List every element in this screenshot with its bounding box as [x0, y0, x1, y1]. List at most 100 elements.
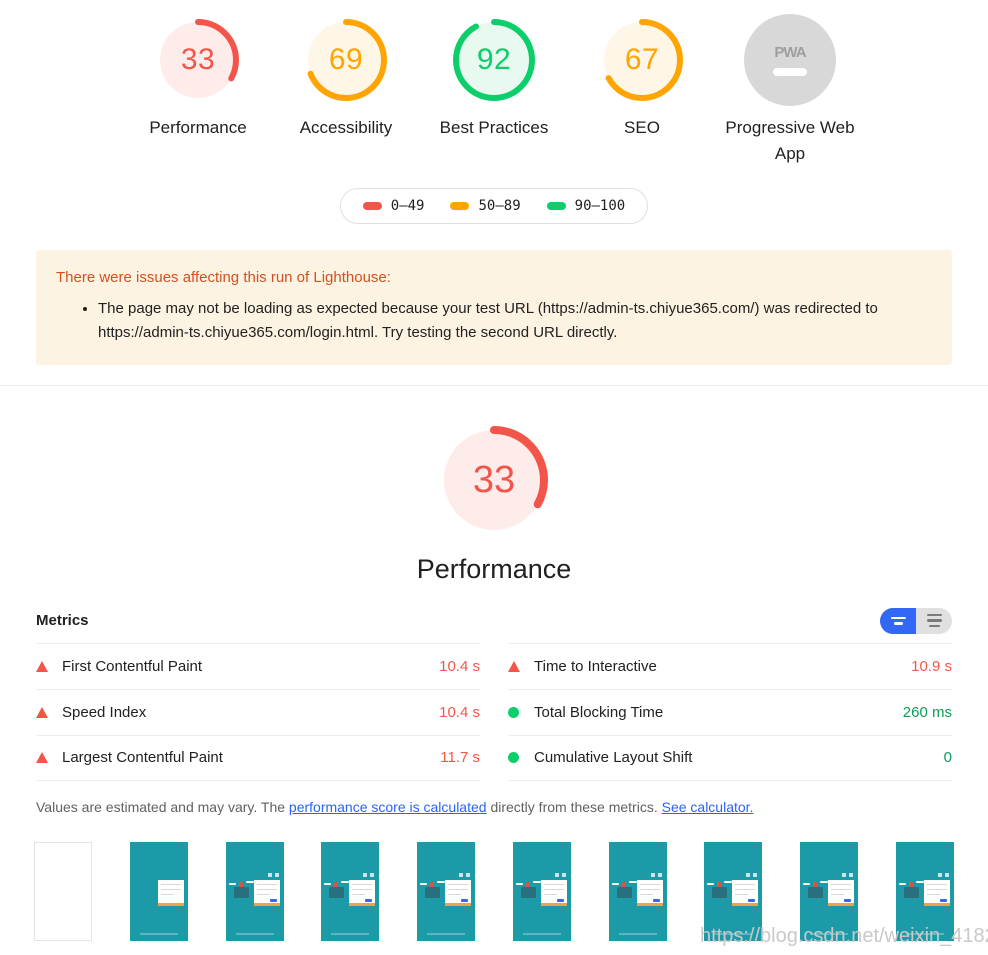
- screenshot-filmstrip: [0, 818, 988, 941]
- metric-row[interactable]: Speed Index 10.4 s: [36, 688, 480, 735]
- thumb-login-card: [636, 879, 663, 906]
- metrics-view-toggle[interactable]: [880, 607, 952, 634]
- pwa-badge: PWA: [744, 14, 836, 106]
- thumb-login-card: [732, 879, 759, 906]
- gauge-ring-seo: 67: [596, 14, 688, 106]
- thumb-login-card: [540, 879, 567, 906]
- gauge-label-accessibility: Accessibility: [299, 118, 393, 137]
- thumb-footer-bar: [522, 932, 561, 935]
- filmstrip-thumbnail[interactable]: [417, 841, 476, 941]
- footnote-text-mid: directly from these metrics.: [486, 798, 662, 815]
- metric-value: 10.4 s: [439, 703, 480, 721]
- big-gauge-ring: 33: [436, 422, 552, 538]
- filmstrip-thumbnail[interactable]: [321, 841, 380, 941]
- thumb-submit-button: [269, 898, 277, 902]
- score-legend: 0–49 50–89 90–100: [339, 188, 649, 224]
- thumb-header-tags: [459, 872, 471, 877]
- legend-label-average: 50–89: [478, 198, 521, 214]
- toggle-bar-icon: [926, 613, 942, 617]
- metrics-title: Metrics: [36, 612, 89, 629]
- gauge-performance[interactable]: 33 Performance: [124, 14, 272, 141]
- score-legend-wrapper: 0–49 50–89 90–100: [0, 188, 988, 224]
- legend-item-pass: 90–100: [546, 198, 626, 214]
- legend-chip-pass-icon: [546, 202, 566, 210]
- gauge-label-best-practices: Best Practices: [439, 118, 549, 137]
- gauge-value-best-practices: 92: [476, 43, 512, 76]
- metric-value: 0: [943, 749, 952, 766]
- gauge-best-practices[interactable]: 92 Best Practices: [420, 14, 568, 141]
- gauge-value-accessibility: 69: [328, 43, 364, 76]
- gauge-pwa[interactable]: PWA Progressive Web App: [716, 14, 864, 166]
- thumb-hero-illustration: [898, 879, 924, 903]
- big-gauge-label: Performance: [416, 553, 572, 584]
- thumb-hero-illustration: [611, 879, 637, 903]
- metric-row[interactable]: Time to Interactive 10.9 s: [508, 642, 952, 689]
- metric-value: 11.7 s: [440, 749, 480, 766]
- gauge-label-seo: SEO: [624, 118, 660, 137]
- gauge-value-performance: 33: [180, 43, 216, 76]
- filmstrip-thumbnail[interactable]: [608, 841, 667, 941]
- metrics-footnote: Values are estimated and may vary. The p…: [0, 781, 988, 818]
- thumb-header-tags: [650, 872, 662, 877]
- thumb-login-card: [157, 879, 184, 906]
- metric-name: Total Blocking Time: [534, 703, 664, 721]
- legend-label-fail: 0–49: [390, 198, 425, 214]
- toggle-bar-icon: [890, 616, 906, 619]
- metric-row[interactable]: Largest Contentful Paint 11.7 s: [36, 734, 480, 781]
- filmstrip-thumbnail[interactable]: [704, 841, 763, 941]
- filmstrip-thumbnail[interactable]: [800, 841, 859, 941]
- gauge-label-pwa: Progressive Web App: [725, 118, 855, 163]
- thumb-hero-illustration: [420, 879, 446, 903]
- warning-title: There were issues affecting this run of …: [56, 269, 391, 286]
- filmstrip-thumbnail[interactable]: [225, 841, 284, 941]
- metric-value: 10.9 s: [911, 657, 952, 675]
- see-calculator-link[interactable]: See calculator.: [662, 799, 754, 815]
- metric-status-fail-icon: [36, 706, 62, 718]
- thumb-login-card: [445, 879, 472, 906]
- toggle-expanded-view-button[interactable]: [916, 607, 952, 634]
- filmstrip-thumbnail[interactable]: [34, 841, 92, 941]
- thumb-submit-button: [748, 898, 756, 902]
- thumb-login-card: [349, 879, 376, 906]
- thumb-submit-button: [939, 898, 947, 902]
- metric-name: Time to Interactive: [534, 657, 657, 675]
- filmstrip-thumbnail[interactable]: [512, 841, 571, 941]
- metric-value: 10.4 s: [439, 657, 480, 675]
- gauge-label-performance: Performance: [149, 118, 247, 137]
- performance-score-link[interactable]: performance score is calculated: [289, 799, 487, 815]
- legend-label-pass: 90–100: [574, 198, 626, 214]
- thumb-header-tags: [267, 872, 279, 877]
- metric-row[interactable]: First Contentful Paint 10.4 s: [36, 642, 480, 689]
- filmstrip-thumbnail[interactable]: [895, 841, 954, 941]
- metrics-columns: First Contentful Paint 10.4 s Speed Inde…: [36, 642, 952, 781]
- toggle-bar-icon: [893, 622, 903, 625]
- thumb-header-tags: [554, 872, 566, 877]
- metric-row[interactable]: Cumulative Layout Shift 0: [508, 734, 952, 781]
- filmstrip-thumbnail[interactable]: [129, 841, 188, 941]
- thumb-hero-illustration: [803, 879, 829, 903]
- gauge-ring-performance: 33: [152, 14, 244, 106]
- legend-chip-average-icon: [450, 202, 470, 210]
- gauge-accessibility[interactable]: 69 Accessibility: [272, 14, 420, 141]
- gauge-seo[interactable]: 67 SEO: [568, 14, 716, 141]
- lighthouse-report: 33 Performance 69 Accessibility 92 Best …: [0, 0, 988, 955]
- metric-name: Speed Index: [62, 703, 147, 721]
- metric-status-fail-icon: [36, 660, 62, 672]
- thumb-login-card: [923, 879, 950, 906]
- thumb-footer-bar: [331, 932, 370, 935]
- thumb-footer-bar: [714, 932, 753, 935]
- warning-list-item: The page may not be loading as expected …: [98, 297, 932, 345]
- thumb-footer-bar: [905, 932, 944, 935]
- thumb-hero-illustration: [324, 879, 350, 903]
- thumb-header-tags: [363, 872, 375, 877]
- gauge-ring-best-practices: 92: [448, 14, 540, 106]
- thumb-submit-button: [556, 898, 564, 902]
- thumb-login-card: [253, 879, 280, 906]
- metrics-column-right: Time to Interactive 10.9 s Total Blockin…: [508, 642, 952, 781]
- legend-item-fail: 0–49: [362, 198, 425, 214]
- thumb-footer-bar: [618, 932, 657, 935]
- toggle-simple-view-button[interactable]: [880, 607, 916, 634]
- metric-value: 260 ms: [902, 703, 952, 721]
- metrics-section: Metrics First Contentful Paint 10.4 s Sp…: [0, 585, 988, 781]
- metric-row[interactable]: Total Blocking Time 260 ms: [508, 688, 952, 735]
